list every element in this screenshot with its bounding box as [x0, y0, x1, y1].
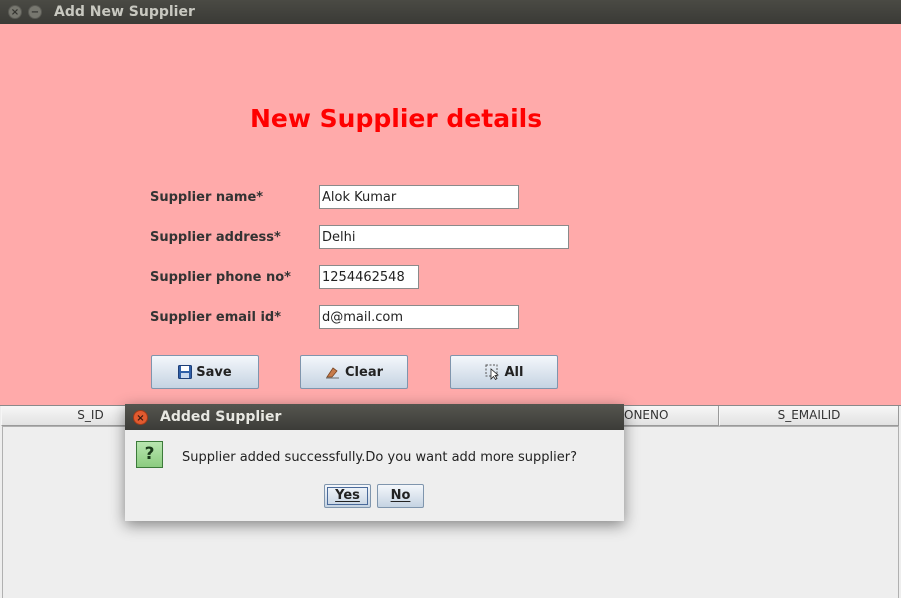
form-heading: New Supplier details	[250, 104, 543, 133]
all-button[interactable]: All	[450, 355, 558, 389]
window-close-button[interactable]: ×	[8, 5, 22, 19]
dialog-title-bar: × Added Supplier	[125, 404, 624, 430]
column-header-s-emailid[interactable]: S_EMAILID	[719, 406, 899, 426]
clear-button[interactable]: Clear	[300, 355, 408, 389]
window-minimize-button[interactable]: −	[28, 5, 42, 19]
question-icon: ?	[136, 441, 163, 468]
clear-button-label: Clear	[345, 364, 383, 380]
supplier-address-input[interactable]: Delhi	[319, 225, 569, 249]
save-button[interactable]: Save	[151, 355, 259, 389]
added-supplier-dialog: × Added Supplier ? Supplier added succes…	[125, 404, 624, 521]
window-title-bar: × − Add New Supplier	[0, 0, 901, 24]
supplier-email-input[interactable]: d@mail.com	[319, 305, 519, 329]
supplier-form-panel: New Supplier details Supplier name* Alok…	[0, 24, 901, 405]
floppy-disk-icon	[178, 365, 193, 379]
supplier-name-label: Supplier name*	[150, 190, 264, 205]
save-button-label: Save	[196, 364, 232, 380]
no-button[interactable]: No	[377, 484, 424, 508]
select-pointer-icon	[485, 364, 501, 380]
dialog-message: Supplier added successfully.Do you want …	[182, 450, 577, 465]
supplier-address-label: Supplier address*	[150, 230, 281, 245]
supplier-phone-label: Supplier phone no*	[150, 270, 291, 285]
all-button-label: All	[504, 364, 524, 380]
supplier-phone-input[interactable]: 1254462548	[319, 265, 419, 289]
window-title: Add New Supplier	[54, 4, 195, 20]
dialog-close-button[interactable]: ×	[133, 410, 148, 425]
supplier-email-label: Supplier email id*	[150, 310, 282, 325]
dialog-title: Added Supplier	[160, 409, 282, 425]
supplier-name-input[interactable]: Alok Kumar	[319, 185, 519, 209]
eraser-icon	[325, 365, 341, 379]
yes-button[interactable]: Yes	[324, 484, 371, 508]
